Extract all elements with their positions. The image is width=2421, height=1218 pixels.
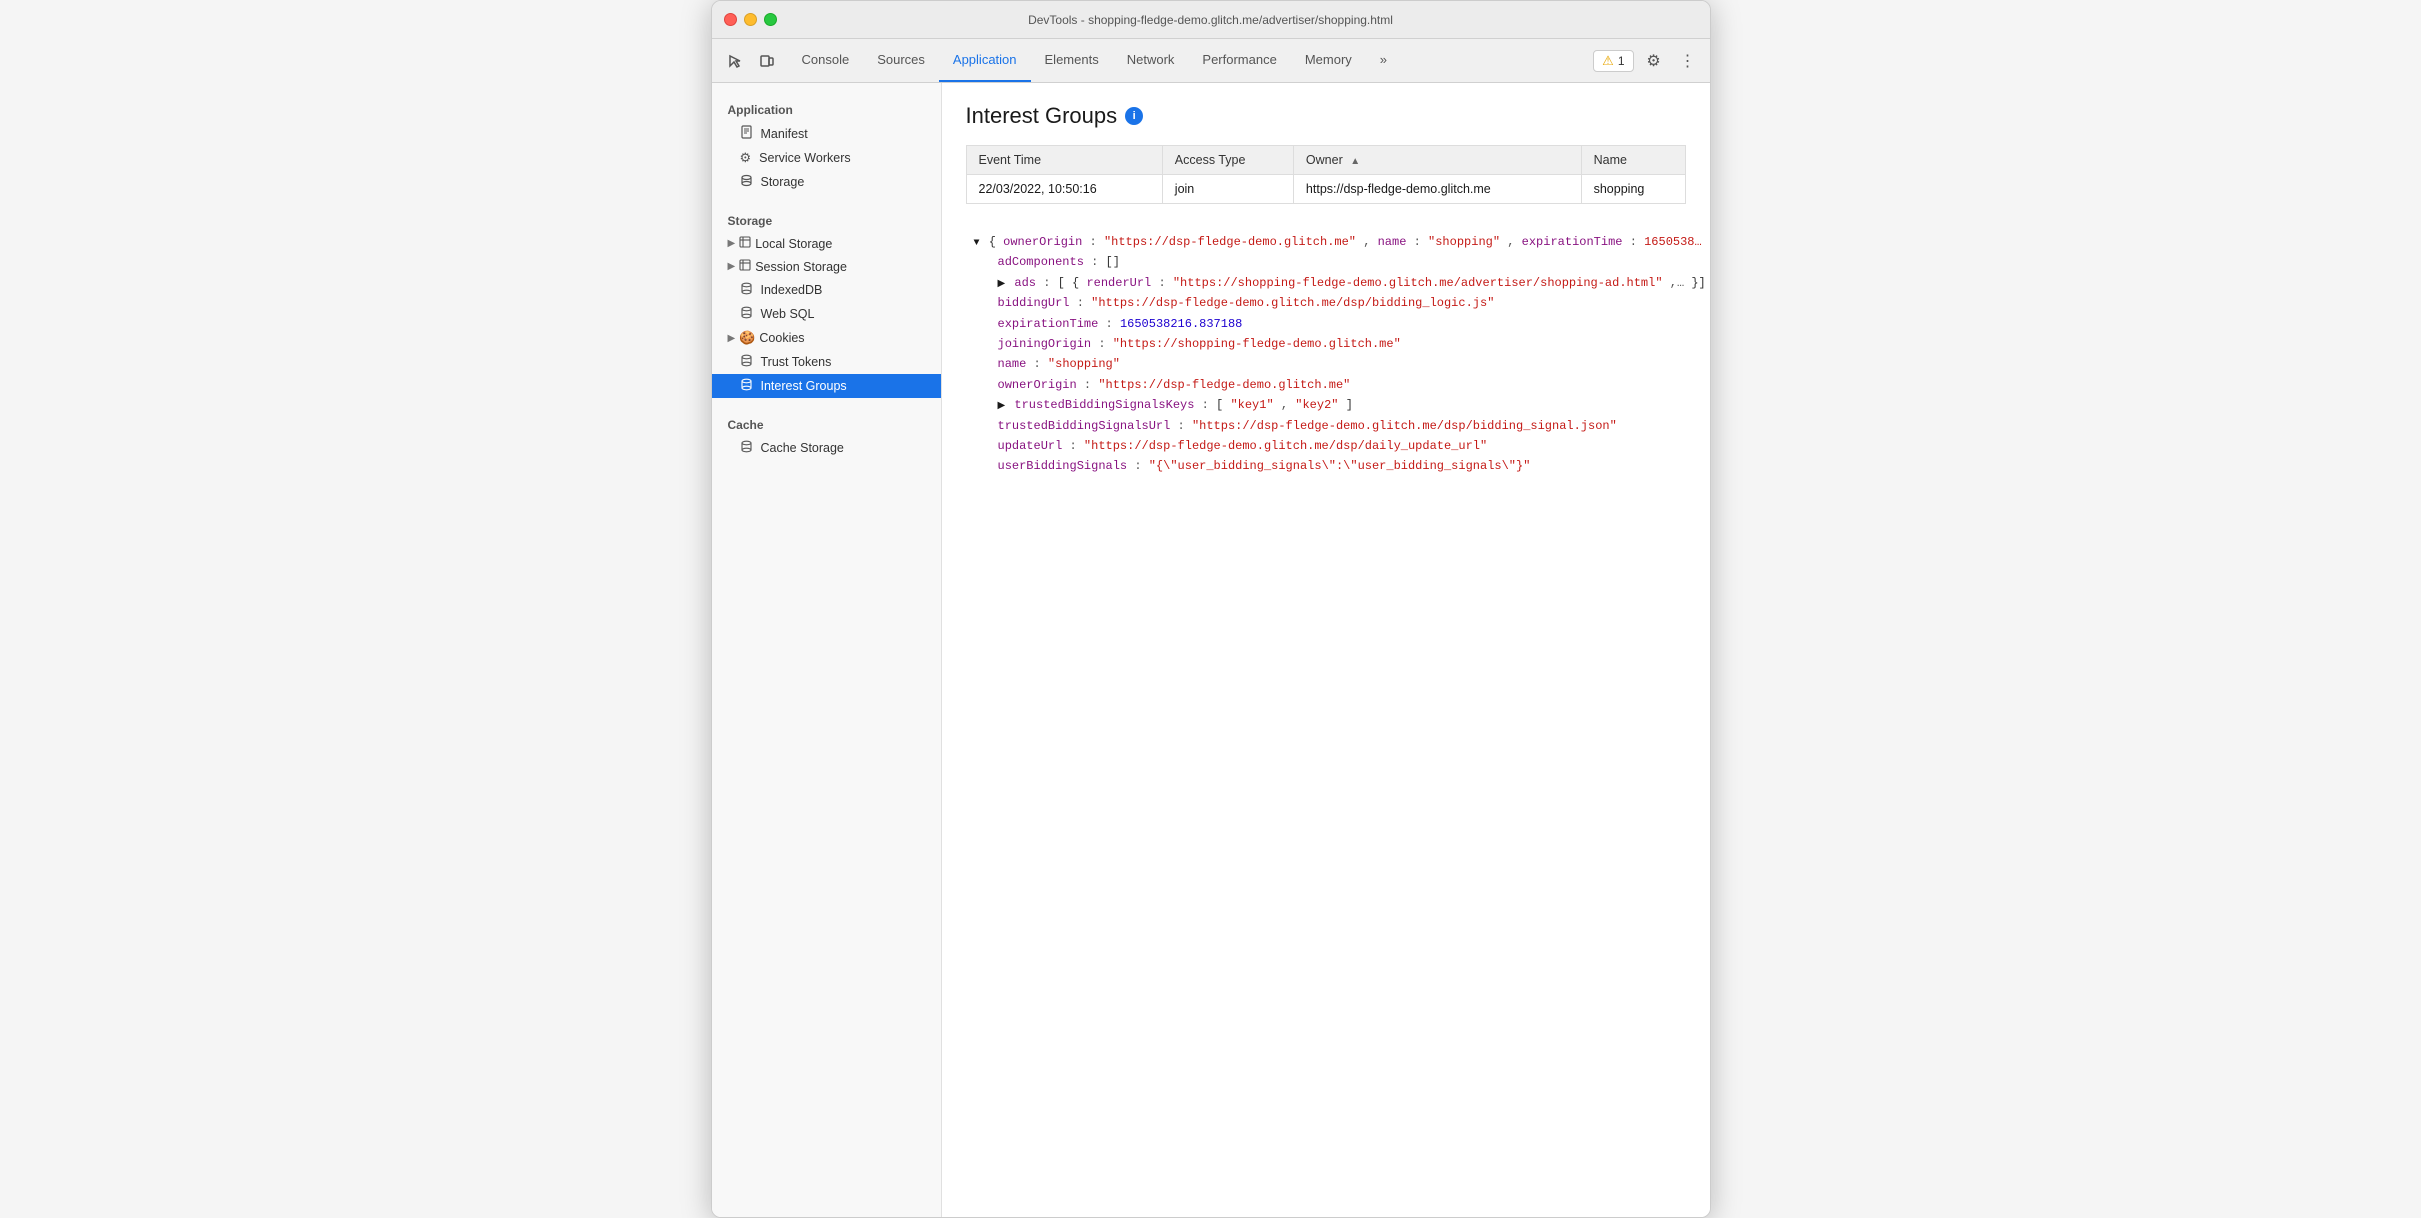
table-row[interactable]: 22/03/2022, 10:50:16 join https://dsp-fl… [966, 175, 1685, 204]
page-title: Interest Groups [966, 103, 1118, 129]
interest-groups-table: Event Time Access Type Owner ▲ Name [966, 145, 1686, 204]
sidebar-item-indexeddb[interactable]: IndexedDB [712, 278, 941, 302]
sidebar-item-cache-storage[interactable]: Cache Storage [712, 436, 941, 460]
sidebar-item-cookies[interactable]: ▶ 🍪 Cookies [712, 326, 941, 350]
cell-event-time: 22/03/2022, 10:50:16 [966, 175, 1162, 204]
sidebar-item-local-storage[interactable]: ▶ Local Storage [712, 232, 941, 255]
storage-app-icon [740, 174, 753, 190]
json-line-userbiddingsignals: userBiddingSignals : "{\"user_bidding_si… [966, 456, 1686, 476]
session-storage-chevron: ▶ [728, 261, 736, 272]
sidebar-item-web-sql[interactable]: Web SQL [712, 302, 941, 326]
local-storage-chevron: ▶ [728, 238, 736, 249]
col-header-name[interactable]: Name [1581, 146, 1685, 175]
service-workers-icon: ⚙ [740, 150, 752, 166]
minimize-button[interactable] [744, 13, 757, 26]
sidebar-item-interest-groups[interactable]: Interest Groups [712, 374, 941, 398]
titlebar: DevTools - shopping-fledge-demo.glitch.m… [712, 1, 1710, 39]
json-line-joiningorigin: joiningOrigin : "https://shopping-fledge… [966, 334, 1686, 354]
json-line-updateurl: updateUrl : "https://dsp-fledge-demo.gli… [966, 436, 1686, 456]
json-line-trustedbiddingsignalskeys[interactable]: ▶ trustedBiddingSignalsKeys : [ "key1" ,… [966, 395, 1686, 415]
tab-console[interactable]: Console [788, 39, 864, 82]
json-line-biddingurl: biddingUrl : "https://dsp-fledge-demo.gl… [966, 293, 1686, 313]
inspect-icon[interactable] [720, 47, 750, 75]
json-line-ads[interactable]: ▶ ads : [ { renderUrl : "https://shoppin… [966, 273, 1686, 293]
manifest-icon [740, 125, 753, 142]
tab-network[interactable]: Network [1113, 39, 1189, 82]
cell-owner: https://dsp-fledge-demo.glitch.me [1293, 175, 1581, 204]
sidebar-section-application: Application [712, 95, 941, 121]
tree-top-toggle[interactable]: ▼ [974, 238, 980, 249]
web-sql-icon [740, 306, 753, 322]
warning-badge[interactable]: ⚠ 1 [1593, 50, 1633, 72]
main-layout: Application Manifest ⚙ Service Workers [712, 83, 1710, 1217]
devtools-window: DevTools - shopping-fledge-demo.glitch.m… [711, 0, 1711, 1218]
toolbar: Console Sources Application Elements Net… [712, 39, 1710, 83]
json-line-expirationtime: expirationTime : 1650538216.837188 [966, 314, 1686, 334]
sidebar-item-manifest[interactable]: Manifest [712, 121, 941, 146]
ads-toggle[interactable]: ▶ [998, 279, 1006, 290]
warning-icon: ⚠ [1602, 53, 1614, 69]
maximize-button[interactable] [764, 13, 777, 26]
page-title-row: Interest Groups i [966, 103, 1686, 129]
session-storage-icon [739, 259, 751, 274]
cell-access-type: join [1162, 175, 1293, 204]
tab-application[interactable]: Application [939, 39, 1031, 82]
trusted-keys-toggle[interactable]: ▶ [998, 401, 1006, 412]
trust-tokens-icon [740, 354, 753, 370]
sidebar-section-cache: Cache [712, 410, 941, 436]
cookies-chevron: ▶ [728, 333, 736, 344]
cache-storage-icon [740, 440, 753, 456]
sidebar-item-trust-tokens[interactable]: Trust Tokens [712, 350, 941, 374]
sidebar-section-storage: Storage [712, 206, 941, 232]
cell-name: shopping [1581, 175, 1685, 204]
device-toggle-icon[interactable] [752, 47, 782, 75]
col-header-owner[interactable]: Owner ▲ [1293, 146, 1581, 175]
sidebar-item-storage-app[interactable]: Storage [712, 170, 941, 194]
col-header-access-type[interactable]: Access Type [1162, 146, 1293, 175]
json-line-trustedbiddingsignalsurl: trustedBiddingSignalsUrl : "https://dsp-… [966, 416, 1686, 436]
tab-elements[interactable]: Elements [1031, 39, 1113, 82]
window-title: DevTools - shopping-fledge-demo.glitch.m… [1028, 13, 1393, 27]
indexeddb-icon [740, 282, 753, 298]
close-button[interactable] [724, 13, 737, 26]
json-line-name: name : "shopping" [966, 354, 1686, 374]
col-header-event-time[interactable]: Event Time [966, 146, 1162, 175]
info-icon[interactable]: i [1125, 107, 1143, 125]
tab-sources[interactable]: Sources [863, 39, 939, 82]
json-tree: ▼ { ownerOrigin : "https://dsp-fledge-de… [966, 224, 1686, 485]
tab-list: Console Sources Application Elements Net… [788, 39, 1402, 82]
traffic-lights [724, 13, 777, 26]
json-line-ownerorigin: ownerOrigin : "https://dsp-fledge-demo.g… [966, 375, 1686, 395]
json-tree-top-line[interactable]: ▼ { ownerOrigin : "https://dsp-fledge-de… [966, 232, 1686, 252]
content-area: Interest Groups i Event Time Access Type… [942, 83, 1710, 1217]
interest-groups-icon [740, 378, 753, 394]
sidebar: Application Manifest ⚙ Service Workers [712, 83, 942, 1217]
cookies-icon: 🍪 [739, 330, 755, 346]
toolbar-right: ⚠ 1 ⚙ ⋮ [1593, 47, 1701, 75]
owner-sort-icon: ▲ [1350, 156, 1360, 167]
tab-more[interactable]: » [1366, 39, 1401, 82]
tab-memory[interactable]: Memory [1291, 39, 1366, 82]
json-line-adcomponents: adComponents : [] [966, 252, 1686, 272]
more-options-button[interactable]: ⋮ [1674, 47, 1702, 75]
sidebar-item-session-storage[interactable]: ▶ Session Storage [712, 255, 941, 278]
settings-button[interactable]: ⚙ [1640, 47, 1668, 75]
tab-performance[interactable]: Performance [1188, 39, 1290, 82]
sidebar-item-service-workers[interactable]: ⚙ Service Workers [712, 146, 941, 170]
local-storage-icon [739, 236, 751, 251]
